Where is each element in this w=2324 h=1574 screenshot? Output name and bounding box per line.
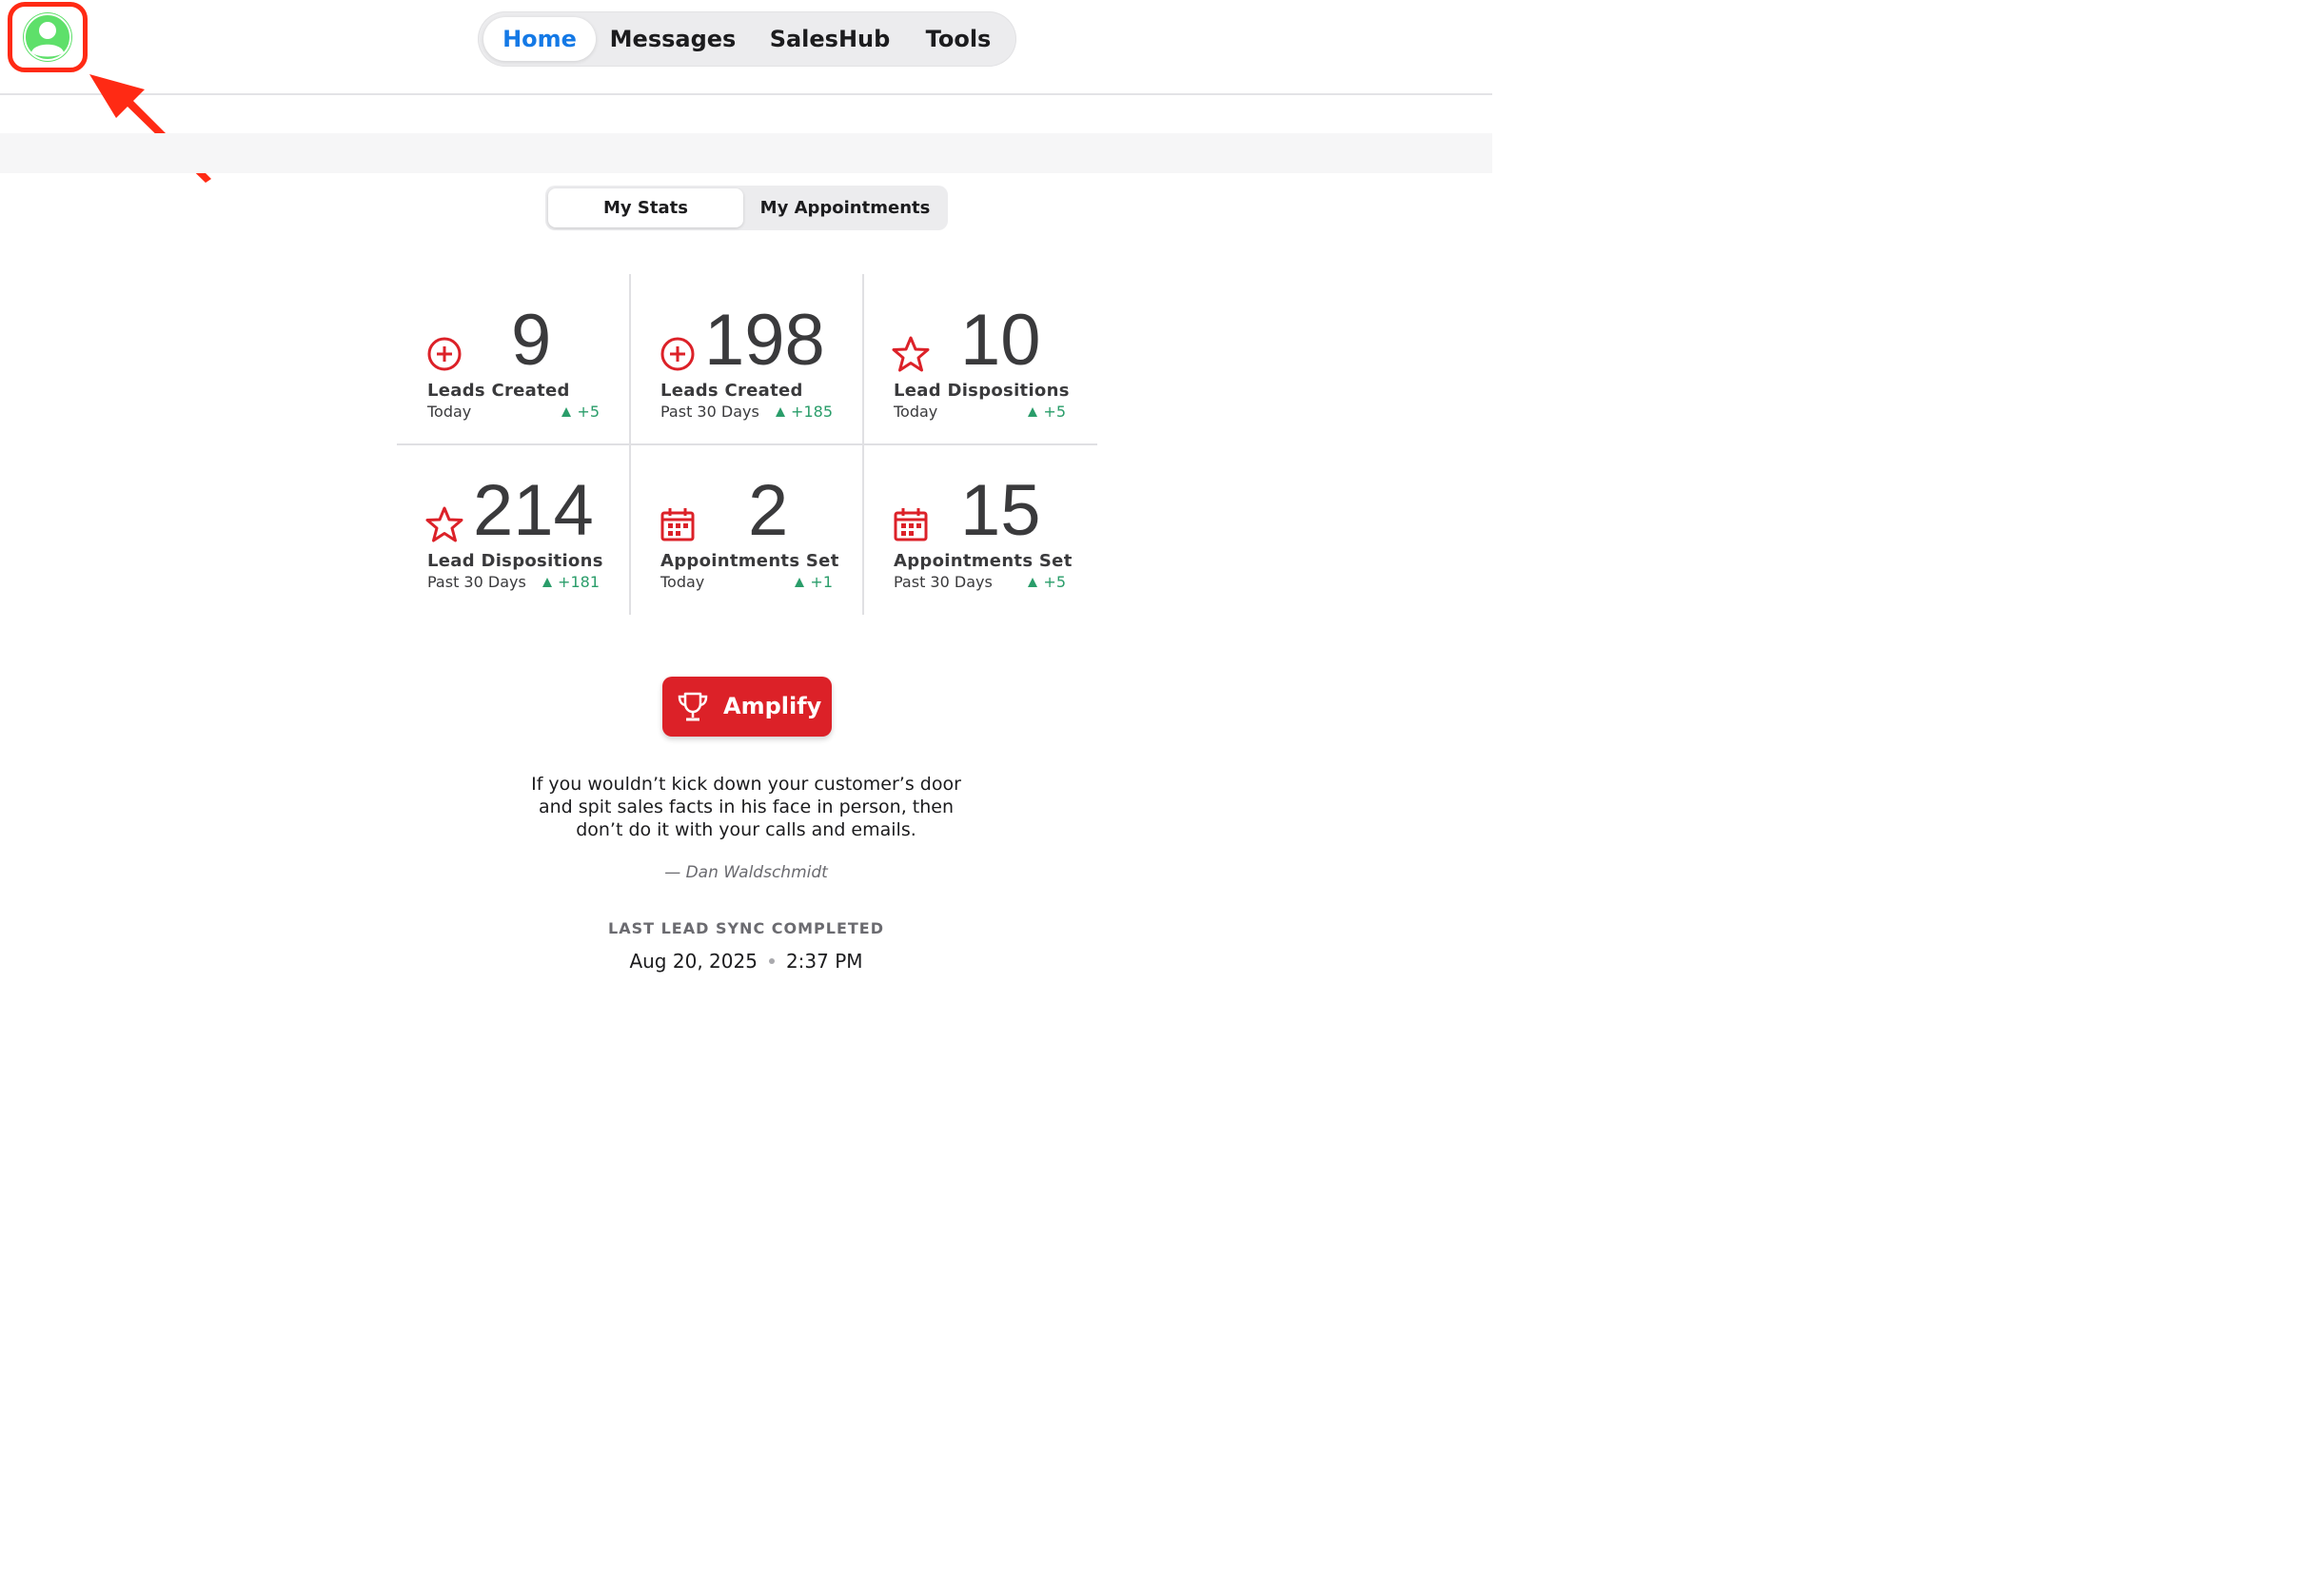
up-triangle-icon xyxy=(542,578,553,587)
top-bar: Home Messages SalesHub Tools xyxy=(0,0,1492,95)
stat-delta: +1 xyxy=(795,573,833,591)
stat-period: Past 30 Days xyxy=(894,573,993,591)
sync-timestamp: Aug 20, 2025 2:37 PM xyxy=(556,950,936,973)
stats-grid: 9 Leads Created Today +5 198 Leads Creat… xyxy=(397,274,1097,615)
stat-label: Appointments Set xyxy=(894,551,1073,571)
stat-card-leads-created-today[interactable]: 9 Leads Created Today +5 xyxy=(397,274,630,444)
tab-home[interactable]: Home xyxy=(483,17,596,61)
stat-card-lead-dispositions-30-days[interactable]: 214 Lead Dispositions Past 30 Days +181 xyxy=(397,444,630,615)
stat-period: Today xyxy=(894,403,938,421)
stat-value: 2 xyxy=(748,470,789,551)
tab-saleshub[interactable]: SalesHub xyxy=(756,17,904,61)
stat-delta-value: +5 xyxy=(577,403,600,421)
profile-button[interactable] xyxy=(8,2,88,72)
stat-delta-value: +5 xyxy=(1043,573,1066,591)
up-triangle-icon xyxy=(776,407,786,417)
stat-value: 9 xyxy=(511,300,552,381)
plus-circle-icon xyxy=(427,337,462,371)
calendar-icon xyxy=(894,508,928,541)
stat-period: Today xyxy=(427,403,472,421)
amplify-label: Amplify xyxy=(723,693,822,719)
stat-value: 214 xyxy=(473,470,594,551)
tab-messages[interactable]: Messages xyxy=(601,17,744,61)
stat-label: Leads Created xyxy=(660,381,803,401)
stat-delta-value: +185 xyxy=(791,403,833,421)
up-triangle-icon xyxy=(795,578,805,587)
trophy-icon xyxy=(678,692,708,721)
stat-value: 15 xyxy=(960,470,1041,551)
stat-period: Past 30 Days xyxy=(660,403,759,421)
quote-line: don’t do it with your calls and emails. xyxy=(576,819,916,840)
sync-date: Aug 20, 2025 xyxy=(629,950,758,973)
stat-value: 10 xyxy=(960,300,1041,381)
quote-author: — Dan Waldschmidt xyxy=(664,863,828,882)
tab-tools[interactable]: Tools xyxy=(914,17,1003,61)
stat-delta: +185 xyxy=(776,403,833,421)
quote-text: If you wouldn’t kick down your customer’… xyxy=(461,773,1032,841)
up-triangle-icon xyxy=(561,407,572,417)
stat-delta-value: +1 xyxy=(810,573,833,591)
star-icon xyxy=(892,336,930,372)
stat-label: Leads Created xyxy=(427,381,570,401)
plus-circle-icon xyxy=(660,337,695,371)
stat-label: Lead Dispositions xyxy=(427,551,603,571)
main-nav: Home Messages SalesHub Tools xyxy=(478,11,1016,67)
stat-delta: +5 xyxy=(1028,403,1066,421)
sync-time: 2:37 PM xyxy=(785,950,863,973)
stat-delta-value: +181 xyxy=(558,573,600,591)
segment-my-stats[interactable]: My Stats xyxy=(548,188,743,227)
sync-title: LAST LEAD SYNC COMPLETED xyxy=(608,919,884,937)
quote-line: If you wouldn’t kick down your customer’… xyxy=(531,774,961,795)
stat-delta: +5 xyxy=(1028,573,1066,591)
stat-period: Today xyxy=(660,573,705,591)
segment-my-appointments[interactable]: My Appointments xyxy=(745,188,945,227)
up-triangle-icon xyxy=(1028,578,1038,587)
up-triangle-icon xyxy=(1028,407,1038,417)
separator-dot-icon xyxy=(768,958,775,964)
stat-card-leads-created-30-days[interactable]: 198 Leads Created Past 30 Days +185 xyxy=(630,274,863,444)
quote-line: and spit sales facts in his face in pers… xyxy=(538,797,955,817)
stat-label: Appointments Set xyxy=(660,551,839,571)
avatar-icon xyxy=(23,12,72,62)
stat-label: Lead Dispositions xyxy=(894,381,1070,401)
amplify-button[interactable]: Amplify xyxy=(662,677,832,737)
stats-segmented-control: My Stats My Appointments xyxy=(545,186,948,230)
stat-card-appointments-set-today[interactable]: 2 Appointments Set Today +1 xyxy=(630,444,863,615)
stat-card-lead-dispositions-today[interactable]: 10 Lead Dispositions Today +5 xyxy=(863,274,1096,444)
calendar-icon xyxy=(660,508,695,541)
stat-card-appointments-set-30-days[interactable]: 15 Appointments Set Past 30 Days +5 xyxy=(863,444,1096,615)
stat-delta: +5 xyxy=(561,403,600,421)
stat-value: 198 xyxy=(704,300,825,381)
stat-delta: +181 xyxy=(542,573,600,591)
stat-period: Past 30 Days xyxy=(427,573,526,591)
spacer-band xyxy=(0,133,1492,173)
stat-delta-value: +5 xyxy=(1043,403,1066,421)
star-icon xyxy=(425,506,463,542)
